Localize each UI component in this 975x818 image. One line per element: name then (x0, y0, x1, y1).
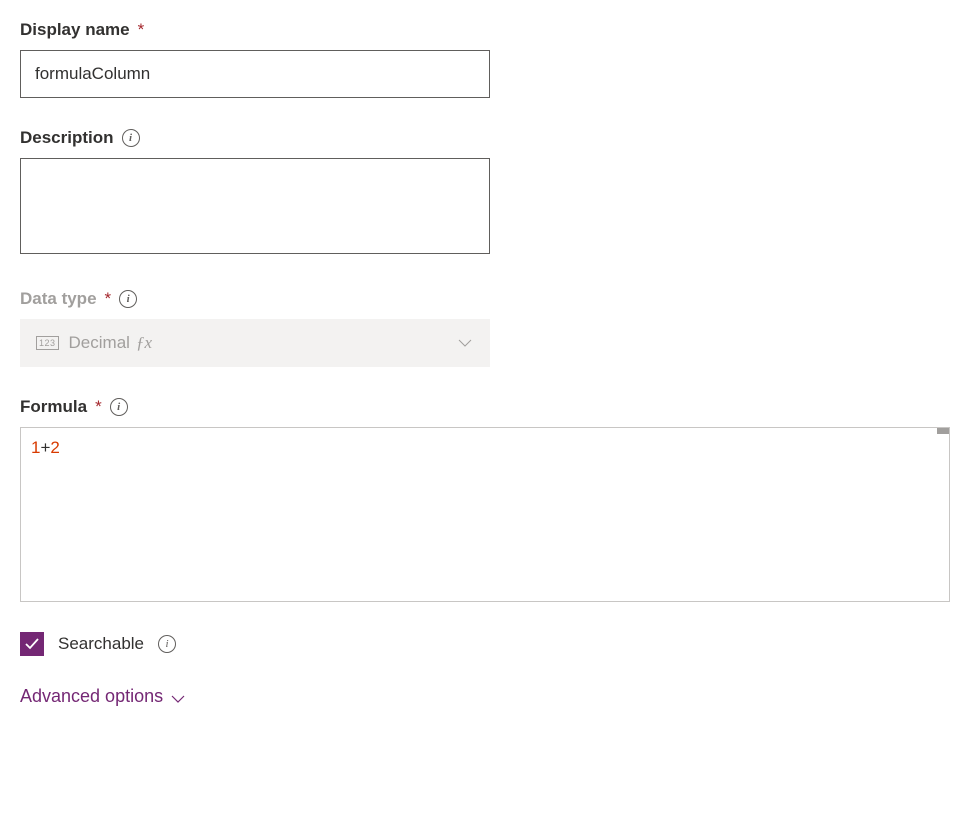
formula-number-2: 2 (50, 438, 59, 457)
data-type-label-text: Data type (20, 289, 97, 309)
chevron-down-icon (171, 690, 185, 704)
required-asterisk: * (105, 289, 112, 309)
description-input[interactable] (20, 158, 490, 254)
info-icon[interactable]: i (122, 129, 140, 147)
formula-label: Formula * i (20, 397, 955, 417)
info-icon[interactable]: i (158, 635, 176, 653)
searchable-label[interactable]: Searchable (58, 634, 144, 654)
fx-icon: ƒx (136, 333, 152, 353)
data-type-value-text: Decimal (69, 333, 130, 353)
data-type-label: Data type * i (20, 289, 955, 309)
formula-field: Formula * i 1+2 (20, 397, 955, 602)
display-name-field: Display name * (20, 20, 955, 98)
formula-label-text: Formula (20, 397, 87, 417)
formula-operator: + (40, 438, 50, 457)
formula-editor[interactable]: 1+2 (20, 427, 950, 602)
info-icon[interactable]: i (110, 398, 128, 416)
display-name-label: Display name * (20, 20, 955, 40)
info-icon[interactable]: i (119, 290, 137, 308)
advanced-options-toggle[interactable]: Advanced options (20, 686, 185, 707)
chevron-down-icon (458, 336, 472, 350)
required-asterisk: * (138, 20, 145, 40)
numeric-type-icon: 123 (36, 336, 59, 350)
required-asterisk: * (95, 397, 102, 417)
scrollbar-marker (937, 428, 949, 434)
formula-content: 1+2 (31, 438, 939, 458)
data-type-dropdown: 123 Decimal ƒx (20, 319, 490, 367)
searchable-row: Searchable i (20, 632, 955, 656)
description-field: Description i (20, 128, 955, 259)
description-label-text: Description (20, 128, 114, 148)
data-type-field: Data type * i 123 Decimal ƒx (20, 289, 955, 367)
display-name-input[interactable] (20, 50, 490, 98)
display-name-label-text: Display name (20, 20, 130, 40)
data-type-value: Decimal ƒx (69, 333, 474, 353)
description-label: Description i (20, 128, 955, 148)
searchable-checkbox[interactable] (20, 632, 44, 656)
advanced-options-label: Advanced options (20, 686, 163, 707)
